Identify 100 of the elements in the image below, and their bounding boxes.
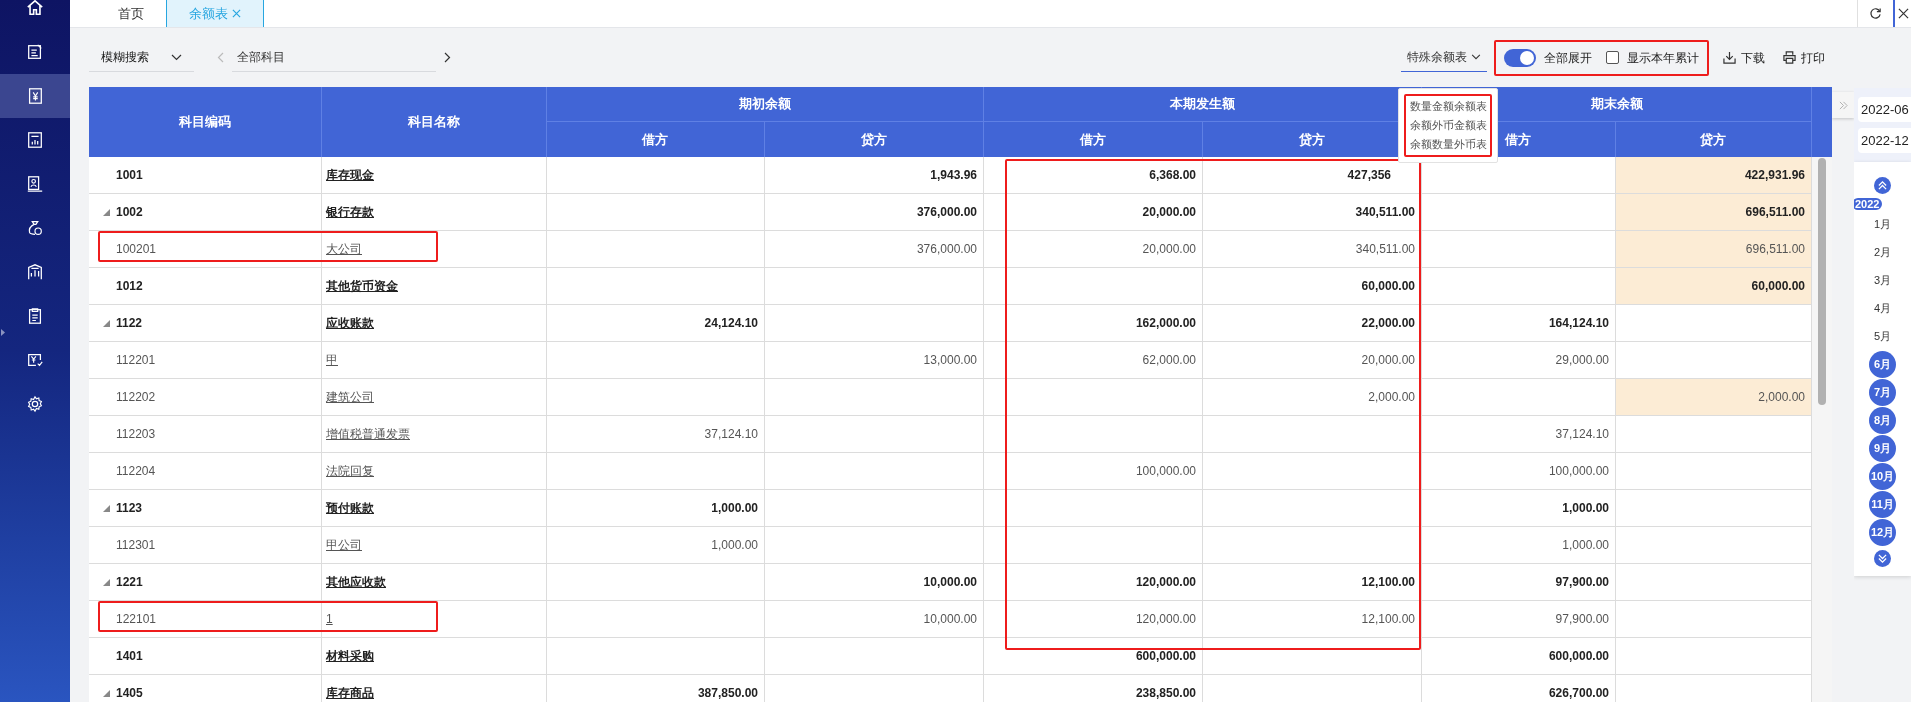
column-header[interactable]: 贷方 <box>1615 122 1811 157</box>
table-cell-text: 376,000.00 <box>916 204 977 221</box>
account-link[interactable]: 库存现金 <box>326 166 374 184</box>
table-cell-text: 427,356 <box>1347 167 1391 184</box>
table-cell-text: 120,000.00 <box>1135 574 1196 591</box>
scrollbar-thumb[interactable] <box>1818 158 1826 405</box>
tab[interactable]: 首页 <box>96 0 166 27</box>
account-link[interactable]: 建筑公司 <box>326 388 374 406</box>
special-table-dropdown[interactable]: 特殊余额表 <box>1401 43 1487 72</box>
close-button[interactable] <box>1893 0 1911 27</box>
month-item[interactable]: 7月 <box>1869 379 1896 406</box>
month-item[interactable]: 2月 <box>1869 239 1896 266</box>
table-cell-text: 1,943.96 <box>930 167 977 184</box>
table-cell-text: 6,368.00 <box>1149 167 1196 184</box>
table-cell-text: 1,000.00 <box>711 500 758 517</box>
double-chevron-up-icon <box>1878 181 1887 190</box>
table-cell-text: 120,000.00 <box>1135 611 1196 628</box>
toggle-label: 全部展开 <box>1544 49 1592 67</box>
account-link[interactable]: 应收账款 <box>326 314 374 332</box>
account-link[interactable]: 银行存款 <box>326 203 374 221</box>
account-link[interactable]: 材料采购 <box>326 647 374 665</box>
month-item[interactable]: 12月 <box>1869 519 1896 546</box>
column-group-header: 期初余额 <box>547 87 983 122</box>
table-cell-text: 1,000.00 <box>1562 500 1609 517</box>
table-cell-text: 1122 <box>116 315 143 332</box>
column-header[interactable]: 借方 <box>547 122 765 157</box>
account-link[interactable]: 其他货币资金 <box>326 277 398 295</box>
month-item[interactable]: 4月 <box>1869 295 1896 322</box>
table-cell-text: 1,000.00 <box>1562 537 1609 554</box>
month-item[interactable]: 10月 <box>1869 463 1896 490</box>
table-cell-text: 422,931.96 <box>1744 167 1805 184</box>
account-link[interactable]: 其他应收款 <box>326 573 386 591</box>
account-link[interactable]: 甲 <box>326 351 338 369</box>
search-mode-dropdown[interactable]: 模糊搜索 <box>89 43 194 72</box>
chevron-right-icon <box>444 52 451 63</box>
expand-all-toggle[interactable] <box>1504 48 1536 67</box>
print-button[interactable]: 打印 <box>1783 48 1825 67</box>
table-cell-text: 13,000.00 <box>923 352 977 369</box>
table-cell-text: 112201 <box>116 352 156 369</box>
calculator-chart-icon <box>26 131 44 149</box>
table-cell-text: 62,000.00 <box>1142 352 1196 369</box>
table-cell-text: 626,700.00 <box>1548 685 1609 702</box>
month-item[interactable]: 3月 <box>1869 267 1896 294</box>
edit-document-icon <box>26 43 44 61</box>
scroll-up-button[interactable] <box>1874 177 1891 194</box>
start-period-field[interactable]: 2022-06 <box>1858 97 1911 122</box>
month-item[interactable]: 9月 <box>1869 435 1896 462</box>
account-link[interactable]: 大公司 <box>326 240 362 258</box>
table-cell-text: 162,000.00 <box>1135 315 1196 332</box>
year-total-checkbox[interactable] <box>1606 51 1619 64</box>
table-cell-text: 60,000.00 <box>1751 278 1805 295</box>
double-chevron-down-icon <box>1878 554 1887 563</box>
download-button[interactable]: 下载 <box>1723 48 1765 67</box>
month-item[interactable]: 6月 <box>1869 351 1896 378</box>
sidebar-item[interactable] <box>0 74 70 118</box>
month-item[interactable]: 1月 <box>1869 211 1896 238</box>
table-cell-text: 97,900.00 <box>1555 611 1609 628</box>
table-cell-text: 29,000.00 <box>1555 352 1609 369</box>
month-item[interactable]: 8月 <box>1869 407 1896 434</box>
table-cell-text: 60,000.00 <box>1361 278 1415 295</box>
table-cell-text: 1405 <box>116 685 143 702</box>
table-cell-text: 1401 <box>116 648 143 665</box>
table-cell-text: 37,124.10 <box>704 426 758 443</box>
table-cell-text: 2,000.00 <box>1758 389 1805 406</box>
column-header[interactable]: 借方 <box>984 122 1203 157</box>
month-item[interactable]: 11月 <box>1869 491 1896 518</box>
table-cell-text: 97,900.00 <box>1555 574 1609 591</box>
table-cell-text: 22,000.00 <box>1361 315 1415 332</box>
chevron-down-icon <box>1471 54 1481 60</box>
account-link[interactable]: 1 <box>326 610 333 628</box>
table-cell-text: 100,000.00 <box>1135 463 1196 480</box>
subject-field[interactable]: 全部科目 <box>232 43 436 72</box>
column-header[interactable]: 贷方 <box>764 122 983 157</box>
table-cell-text: 122101 <box>116 611 157 628</box>
column-header[interactable]: 科目名称 <box>322 87 547 157</box>
table-cell-text: 1123 <box>116 500 143 517</box>
table-cell-text: 112203 <box>116 426 156 443</box>
table-cell-text: 340,511.00 <box>1355 241 1415 258</box>
table-cell-text: 112202 <box>116 389 156 406</box>
table-cell-text: 1012 <box>116 278 143 295</box>
double-chevron-right-icon <box>1838 100 1848 110</box>
account-link[interactable]: 法院回复 <box>326 462 374 480</box>
account-link[interactable]: 预付账款 <box>326 499 374 517</box>
account-link[interactable]: 甲公司 <box>326 536 362 554</box>
end-period-field[interactable]: 2022-12 <box>1858 128 1911 153</box>
table-cell-text: 20,000.00 <box>1361 352 1415 369</box>
refresh-icon <box>1869 7 1882 20</box>
account-link[interactable]: 库存商品 <box>326 684 374 702</box>
table-cell-text: 100,000.00 <box>1548 463 1609 480</box>
account-link[interactable]: 增值税普通发票 <box>326 425 410 443</box>
table-cell-text: 387,850.00 <box>697 685 758 702</box>
settings-icon <box>26 395 44 413</box>
column-header[interactable]: 科目编码 <box>89 87 322 157</box>
table-cell-text: 100201 <box>116 241 157 258</box>
yen-card-icon <box>26 351 44 369</box>
printer-icon <box>1783 51 1796 64</box>
table-cell-text: 112204 <box>116 463 156 480</box>
table-cell-text: 1221 <box>116 574 143 591</box>
month-item[interactable]: 5月 <box>1869 323 1896 350</box>
scroll-down-button[interactable] <box>1874 550 1891 567</box>
